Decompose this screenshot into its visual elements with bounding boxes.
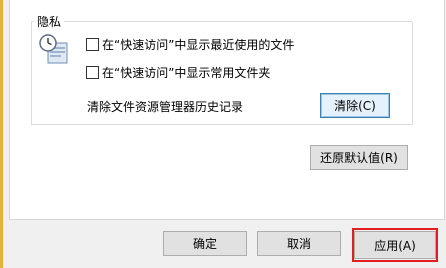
clear-history-label: 清除文件资源管理器历史记录 [87, 100, 244, 114]
apply-highlight-box [352, 228, 438, 262]
clear-button[interactable]: 清除(C) [320, 93, 390, 118]
show-frequent-folders-checkbox[interactable] [86, 66, 99, 79]
privacy-clock-icon [39, 34, 68, 64]
show-recent-files-label[interactable]: 在“快速访问”中显示最近使用的文件 [102, 36, 294, 53]
ok-button[interactable]: 确定 [163, 231, 247, 256]
window-edge [0, 0, 3, 268]
privacy-group-title: 隐私 [35, 13, 64, 30]
show-frequent-folders-label[interactable]: 在“快速访问”中显示常用文件夹 [102, 64, 270, 81]
cancel-button[interactable]: 取消 [257, 231, 341, 256]
restore-defaults-button[interactable]: 还原默认值(R) [310, 145, 408, 170]
show-recent-files-checkbox[interactable] [86, 38, 99, 51]
